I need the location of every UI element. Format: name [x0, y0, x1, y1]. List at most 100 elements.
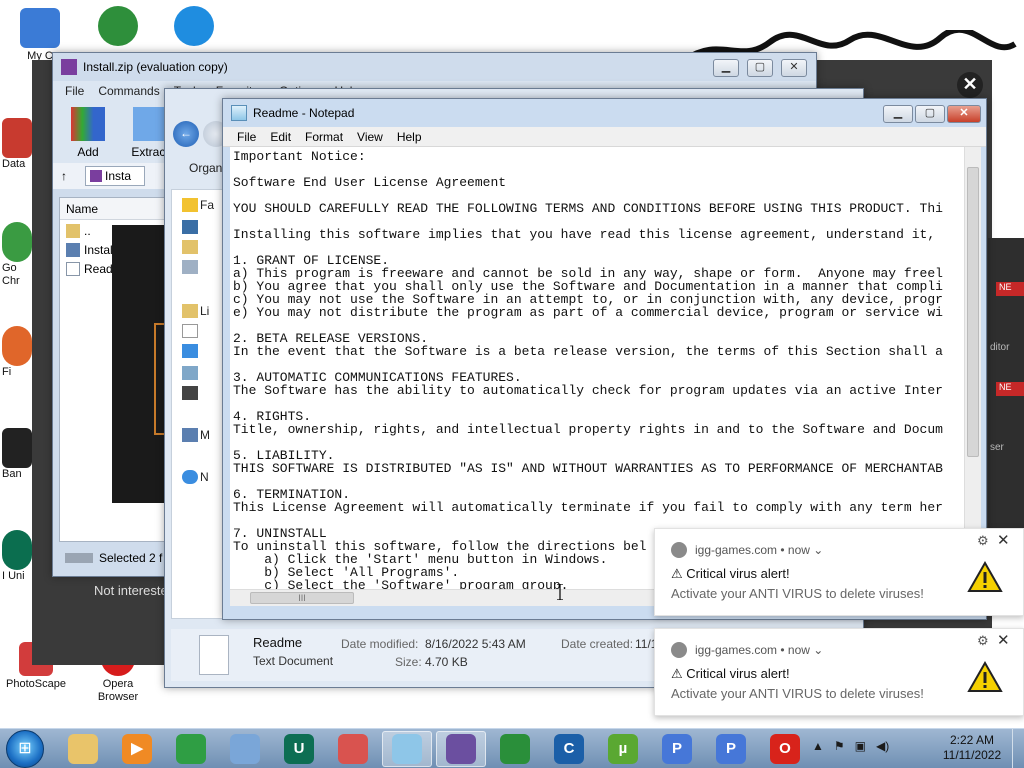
recorder-icon: [338, 734, 368, 764]
taskbar-notepad-button[interactable]: [382, 731, 432, 767]
toast-body: Activate your ANTI VIRUS to delete virus…: [671, 586, 924, 601]
up-arrow-icon[interactable]: ↑: [61, 169, 67, 183]
drive-icon: [65, 553, 93, 563]
back-button[interactable]: ←: [173, 121, 199, 147]
file-name: Readme: [253, 635, 303, 650]
close-button[interactable]: ✕: [781, 59, 807, 77]
taskbar-idm-button[interactable]: [490, 731, 540, 767]
site-icon: [671, 542, 687, 558]
desktop-icon-download-manager[interactable]: [88, 6, 148, 48]
nav-network[interactable]: N: [200, 470, 209, 484]
show-desktop-button[interactable]: [1012, 729, 1024, 768]
taskbar: ⊞ ▶ U Cµ P P O ▲ ⚑ ▣ ◀) 2:22 AM 11/11/2022: [0, 728, 1024, 768]
video-ad[interactable]: [112, 225, 174, 503]
winrar-titlebar[interactable]: Install.zip (evaluation copy): [53, 53, 816, 81]
new-badge: NE: [996, 382, 1024, 396]
text-file-icon: [66, 261, 80, 276]
window-title: Readme - Notepad: [253, 106, 355, 120]
minimize-button[interactable]: ▁: [883, 105, 913, 123]
warning-icon: [967, 661, 1003, 692]
menu-commands[interactable]: Commands: [98, 84, 159, 98]
menu-format[interactable]: Format: [305, 130, 343, 144]
show-hidden-icons-icon[interactable]: ▲: [812, 739, 824, 753]
taskbar-utorrent-button[interactable]: µ: [598, 731, 648, 767]
close-icon[interactable]: ✕: [997, 631, 1010, 649]
molecule-icon: [2, 118, 32, 158]
media-icon: ▶: [122, 734, 152, 764]
menu-view[interactable]: View: [357, 130, 383, 144]
desktop: My C Data Go Chr Fi Ban I Uni PhotoScape…: [0, 0, 1024, 728]
folder-icon: [133, 107, 167, 141]
nav-favorites[interactable]: Fa: [200, 198, 214, 212]
taskbar-chrome-button[interactable]: [166, 731, 216, 767]
desktop-icon-ban[interactable]: Ban: [2, 428, 34, 481]
action-center-icon[interactable]: ⚑: [834, 739, 845, 753]
text-cursor-icon: [557, 584, 563, 600]
add-button[interactable]: Add: [63, 107, 113, 159]
folder-icon: [182, 240, 198, 254]
menu-file[interactable]: File: [65, 84, 84, 98]
taskbar-paint-button[interactable]: [220, 731, 270, 767]
text-editor-area[interactable]: Important Notice: Software End User Lice…: [230, 147, 964, 589]
notification-toast[interactable]: igg-games.com • now ⌄ ⚙ ✕ ⚠ Critical vir…: [654, 528, 1024, 616]
organize-button[interactable]: Organ: [189, 161, 222, 175]
taskbar-media-button[interactable]: ▶: [112, 731, 162, 767]
not-interested-button[interactable]: Not interested: [94, 583, 175, 598]
document-text: Important Notice: Software End User Lice…: [233, 149, 943, 589]
chrome-icon: [2, 222, 32, 262]
folder-up-icon: [66, 223, 80, 238]
desktop-icon-uni[interactable]: I Uni: [2, 530, 34, 583]
maximize-button[interactable]: ▢: [747, 59, 773, 77]
taskbar-p-app-1-button[interactable]: P: [652, 731, 702, 767]
nav-libraries[interactable]: Li: [200, 304, 209, 318]
size-value: 4.70 KB: [425, 655, 468, 669]
notification-toast[interactable]: igg-games.com • now ⌄ ⚙ ✕ ⚠ Critical vir…: [654, 628, 1024, 716]
network-icon[interactable]: ▣: [855, 739, 866, 753]
minimize-button[interactable]: ▁: [713, 59, 739, 77]
path-field[interactable]: Insta: [85, 166, 145, 186]
desktop-icon-firefox[interactable]: Fi: [2, 326, 34, 379]
toast-body: Activate your ANTI VIRUS to delete virus…: [671, 686, 924, 701]
star-icon: [182, 198, 198, 212]
time: 2:22 AM: [949, 733, 995, 747]
taskbar-opera-button[interactable]: O: [760, 731, 810, 767]
maximize-button[interactable]: ▢: [915, 105, 945, 123]
taskbar-p-app-2-button[interactable]: P: [706, 731, 756, 767]
close-icon[interactable]: ✕: [997, 531, 1010, 549]
scroll-thumb[interactable]: III: [250, 592, 354, 604]
desktop-icon-data[interactable]: Data: [2, 118, 34, 171]
column-header-name[interactable]: Name: [60, 198, 168, 220]
menu-edit[interactable]: Edit: [270, 130, 291, 144]
notepad-titlebar[interactable]: Readme - Notepad: [223, 99, 986, 127]
archive-icon: [90, 170, 102, 182]
clock[interactable]: 2:22 AM 11/11/2022: [940, 733, 1004, 763]
menu-help[interactable]: Help: [397, 130, 422, 144]
paint-icon: [230, 734, 260, 764]
pictures-icon: [182, 366, 198, 380]
file-type: Text Document: [253, 654, 334, 668]
settings-icon[interactable]: ⚙: [977, 533, 989, 549]
videos-icon: [182, 386, 198, 400]
scroll-thumb[interactable]: [967, 167, 979, 457]
settings-icon[interactable]: ⚙: [977, 633, 989, 649]
taskbar-winrar-button[interactable]: [436, 731, 486, 767]
desktop-icon-chrome[interactable]: Go Chr: [2, 222, 34, 288]
desktop-icon-accessibility[interactable]: [164, 6, 224, 48]
taskbar-u-app-button[interactable]: U: [274, 731, 324, 767]
vertical-scrollbar[interactable]: [964, 147, 981, 589]
documents-icon: [182, 324, 198, 338]
modified-value: 8/16/2022 5:43 AM: [425, 637, 526, 651]
nav-computer[interactable]: M: [200, 428, 210, 442]
menu-file[interactable]: File: [237, 130, 256, 144]
taskbar-recorder-button[interactable]: [328, 731, 378, 767]
utorrent-icon: µ: [608, 734, 638, 764]
taskbar-ccleaner-button[interactable]: C: [544, 731, 594, 767]
ad-side-panel: NE ditor NE ser: [988, 238, 1024, 528]
close-button[interactable]: ✕: [947, 105, 981, 123]
taskbar-explorer-button[interactable]: [58, 731, 108, 767]
start-button[interactable]: ⊞: [6, 730, 44, 768]
explorer-nav: ←: [173, 121, 229, 147]
volume-icon[interactable]: ◀): [876, 739, 889, 753]
books-icon: [71, 107, 105, 141]
overlay-close-button[interactable]: ✕: [957, 72, 983, 98]
